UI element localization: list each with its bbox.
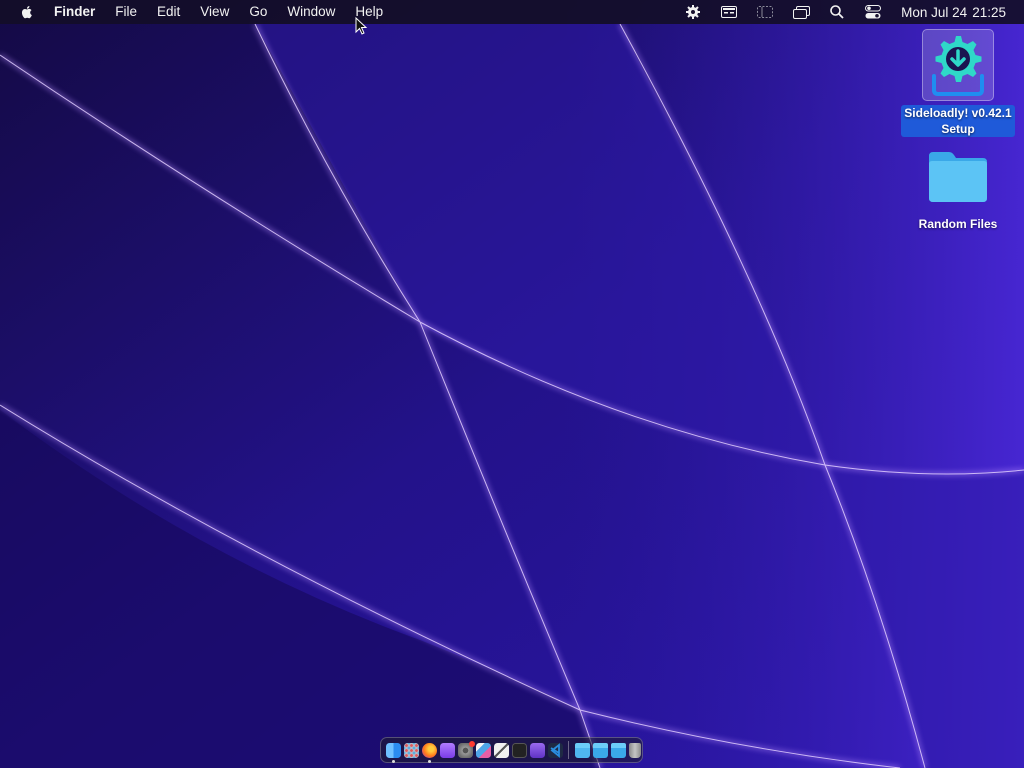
- dock-trash-icon[interactable]: [628, 742, 641, 758]
- notification-badge: [468, 740, 475, 747]
- clock-date: Mon Jul 24: [901, 4, 968, 20]
- installer-frame: [922, 29, 994, 101]
- dock-vscode-icon[interactable]: [547, 742, 563, 758]
- dock-photo-app-icon[interactable]: [475, 742, 491, 758]
- keyboard-input-icon[interactable]: [718, 0, 740, 24]
- clock-time: 21:25: [972, 4, 1006, 20]
- dock: [380, 737, 643, 763]
- menu-edit[interactable]: Edit: [147, 0, 190, 24]
- menu-help[interactable]: Help: [345, 0, 393, 24]
- menu-file[interactable]: File: [105, 0, 147, 24]
- menubar-clock[interactable]: Mon Jul 24 21:25: [901, 5, 1006, 20]
- control-center-icon[interactable]: [862, 0, 884, 24]
- mouse-pointer-icon: [355, 17, 368, 35]
- running-indicator: [427, 759, 431, 763]
- apple-logo-icon[interactable]: [19, 4, 35, 20]
- menu-bar: Finder File Edit View Go Window Help Mon…: [0, 0, 1024, 24]
- dock-documents-folder-icon[interactable]: [574, 742, 590, 758]
- dock-visual-studio-icon[interactable]: [529, 742, 545, 758]
- dock-separator: [568, 741, 569, 759]
- menu-view[interactable]: View: [190, 0, 239, 24]
- desktop-wallpaper: [0, 0, 1024, 768]
- dock-system-settings-icon[interactable]: [457, 740, 475, 758]
- spotlight-search-icon[interactable]: [826, 0, 848, 24]
- menu-finder[interactable]: Finder: [49, 0, 105, 24]
- desktop-icon-label: Random Files: [918, 217, 998, 231]
- sideloadly-installer-icon: [932, 36, 984, 96]
- dock-applications-folder-icon[interactable]: [610, 742, 626, 758]
- menu-window[interactable]: Window: [277, 0, 345, 24]
- dock-firefox-icon[interactable]: [421, 742, 437, 763]
- dock-textedit-icon[interactable]: [493, 742, 509, 758]
- vscode-logo-icon: [550, 742, 560, 758]
- dock-launchpad-icon[interactable]: [403, 742, 419, 758]
- label-line2: Setup: [941, 122, 975, 136]
- running-indicator: [391, 759, 395, 763]
- desktop-icon-random-files[interactable]: Random Files: [898, 150, 1018, 232]
- desktop-icon-label: Sideloadly! v0.42.1 Setup: [901, 105, 1015, 137]
- menu-go[interactable]: Go: [239, 0, 277, 24]
- settings-gear-icon[interactable]: [682, 0, 704, 24]
- dock-finder-icon[interactable]: [385, 742, 401, 763]
- folder-icon: [929, 152, 987, 202]
- dock-terminal-icon[interactable]: [511, 742, 527, 758]
- sidebar-icon[interactable]: [754, 0, 776, 24]
- screen-mirroring-icon[interactable]: [790, 0, 812, 24]
- desktop-icon-sideloadly-setup[interactable]: Sideloadly! v0.42.1 Setup: [898, 29, 1018, 137]
- dock-podcasts-icon[interactable]: [439, 742, 455, 758]
- label-line1: Sideloadly! v0.42.1: [904, 106, 1012, 120]
- dock-downloads-folder-icon[interactable]: [592, 742, 608, 758]
